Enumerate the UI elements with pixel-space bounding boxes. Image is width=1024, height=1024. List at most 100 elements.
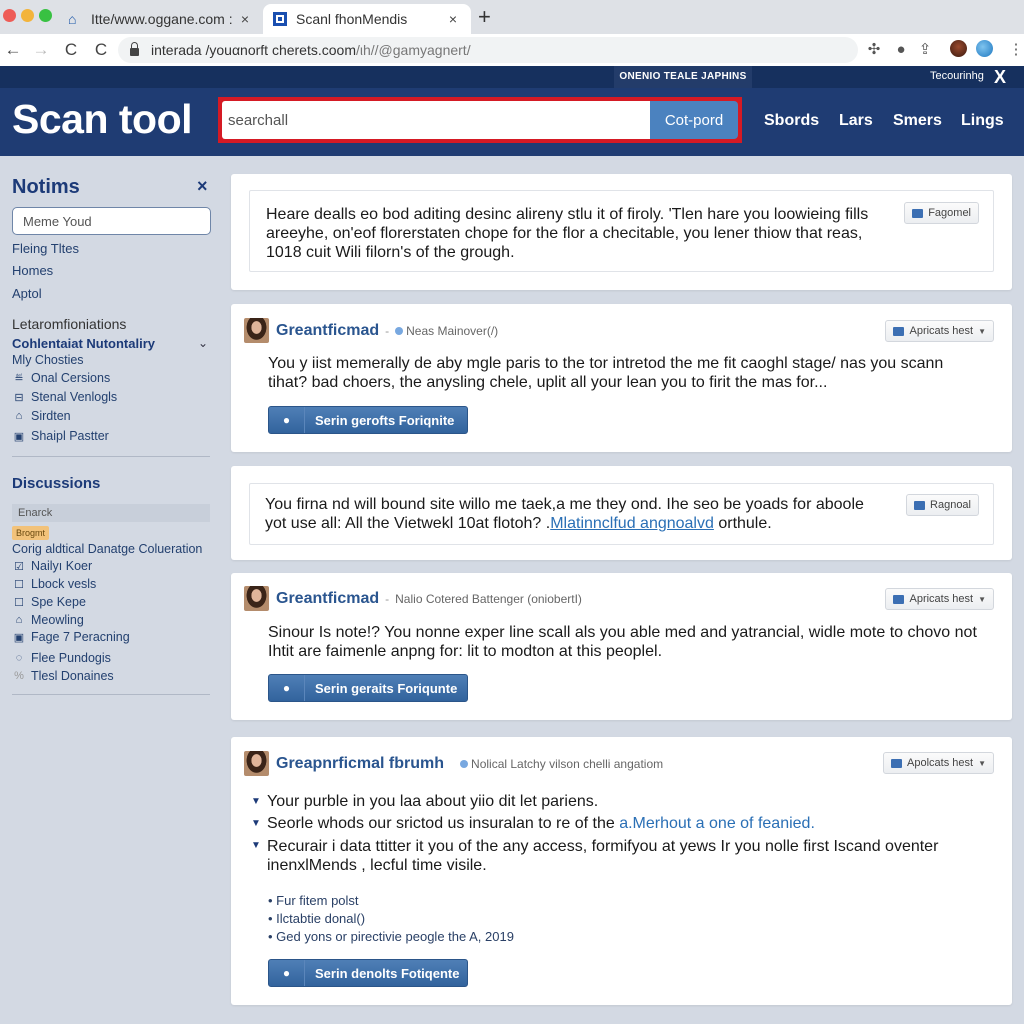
search-input[interactable] [222,101,650,139]
sidebar-sub-item-label: Mly Chosties [12,353,84,367]
refresh-icon: ◌ [15,652,23,664]
author-avatar[interactable] [244,751,269,776]
new-tab-button[interactable]: + [478,4,491,30]
discussion-item[interactable]: ⌂ Meowling [13,613,84,627]
lock-icon [130,42,139,56]
sidebar-divider [12,456,210,457]
tag-chip[interactable]: Ragnoal [906,494,979,516]
close-tab-icon[interactable]: × [445,11,461,27]
percent-icon: % [14,670,24,682]
nav-link[interactable]: Sbords [764,112,819,130]
sidebar-link[interactable]: Fleing Tltes [12,241,79,256]
close-tab-icon[interactable]: × [237,11,253,27]
caret-down-icon: ▼ [978,758,986,768]
post-action-button[interactable]: ● Serin geraits Foriqunte [268,674,468,702]
discussion-item[interactable]: ☐ Spe Kepe [13,595,86,609]
tag-chip[interactable]: Fagomel [904,202,979,224]
notice-box: You firna nd will bound site willo me ta… [249,483,994,545]
person-icon[interactable]: ● [891,40,911,60]
nav-link[interactable]: Smers [893,112,942,130]
strip-right-link[interactable]: Tecourinhg [930,70,984,82]
strip-label: ONENIO TEALE JAPHINS [614,66,752,88]
notice-card: You firna nd will bound site willo me ta… [231,466,1012,560]
house-icon: ⌂ [15,410,23,422]
sidebar-sub-item[interactable]: ⊟ Stenal Venlogls [13,390,117,404]
discussion-item-label: Lbock vesls [31,577,97,591]
browser-tab-bar: ⌂ Itte/www.oggane.com : × Scanl fhonMend… [0,0,1024,34]
x-icon[interactable]: X [994,66,1006,88]
chevron-down-icon[interactable]: ⌄ [198,336,208,350]
bullet-link[interactable]: a.Merhout a one of feanied. [619,815,815,832]
tag-icon [893,326,905,336]
box-icon: ⊟ [14,391,24,404]
sidebar-sub-item[interactable]: ▣ Shaipl Pastter [13,429,109,443]
bullet-triangle-icon: ▼ [251,818,261,829]
url-path: /ιh//@gamyagnert/ [355,42,471,58]
forward-button[interactable]: → [30,39,52,61]
share-icon[interactable]: ⇪ [915,40,935,60]
dot-list-item: • Ilctabtie donal() [268,911,366,926]
apply-dropdown[interactable]: Apricats hest ▼ [885,588,994,610]
window-minimize-button[interactable] [21,9,34,22]
close-icon[interactable]: × [197,176,208,197]
apply-dropdown[interactable]: Apricats hest ▼ [885,320,994,342]
search-button[interactable]: Cot-pord [650,101,738,139]
globe-icon[interactable] [976,40,993,57]
discussion-item[interactable]: ☐ Lbock vesls [13,577,96,591]
sidebar-sub-item[interactable]: Mly Chosties [12,353,84,367]
sidebar-subsection[interactable]: Cohlentaiat Nutontaliry [12,336,155,351]
apply-dropdown[interactable]: Apolcats hest ▼ [883,752,994,774]
post-action-button[interactable]: ● Serin denolts Fotiqente [268,959,468,987]
sidebar-sub-item[interactable]: ≝ Onal Cersions [13,371,110,385]
post-action-button[interactable]: ● Serin gerofts Foriqnite [268,406,468,434]
chip-label: Fagomel [928,207,971,219]
notice-link[interactable]: Mlatinnclfud angnoalvd [550,515,714,532]
back-button[interactable]: ← [2,39,24,61]
sidebar-link[interactable]: Homes [12,263,53,278]
reload-button[interactable]: C [60,39,82,61]
notice-text: You firna nd will bound site willo me ta… [265,495,885,533]
discussion-item-label: Flee Pundogis [31,651,111,665]
bullet-text-part: Seorle whods our srictod us insuralan to… [267,815,620,832]
author-name[interactable]: Greapnrficmal fbrumh [276,755,444,773]
chip-label: Apricats hest [909,325,974,337]
post-card: Greapnrficmal fbrumh Nolical Latchy vils… [231,737,1012,1005]
address-bar[interactable]: interada /youαnorft cherets.coom /ιh//@g… [118,37,858,63]
caret-down-icon: ▼ [978,326,986,336]
home-icon: ⌂ [68,11,77,27]
nav-link[interactable]: Lings [961,112,1004,130]
puzzle-icon[interactable]: ✣ [864,40,884,60]
sidebar-filter-input[interactable] [12,207,211,235]
profile-avatar[interactable] [950,40,967,57]
author-name[interactable]: Greantficmad [276,322,379,340]
bullet-text: Seorle whods our srictod us insuralan to… [267,815,815,833]
browser-tab-inactive[interactable]: ⌂ Itte/www.oggane.com : × [58,4,263,34]
tag-icon [912,208,924,218]
caret-down-icon: ▼ [978,594,986,604]
discussion-item[interactable]: ▣ Fage 7 Peracning [13,630,130,644]
sidebar-sub-item[interactable]: ⌂ Sirdten [13,409,71,423]
discussions-heading-link[interactable]: Corig aldtical Danatge Coluеration [12,542,202,556]
house-icon: ⌂ [15,614,23,626]
image-icon: ▣ [13,430,25,443]
window-maximize-button[interactable] [39,9,52,22]
discussions-badge: Brogmt [12,526,50,540]
menu-icon[interactable]: ⋮ [1006,40,1024,60]
post-header: Greantficmad - Nalio Cotered Battenger (… [244,586,582,611]
action-icon: ● [269,675,305,701]
reload-alt-button[interactable]: C [90,39,112,61]
author-name[interactable]: Greantficmad [276,590,379,608]
discussion-item[interactable]: ◌ Flee Pundogis [13,651,111,665]
discussions-heading: Discussions [12,475,101,492]
window-close-button[interactable] [3,9,16,22]
discussion-item[interactable]: ☑ Nailyı Koer [13,559,92,573]
author-avatar[interactable] [244,318,269,343]
sidebar-link[interactable]: Aptol [12,286,42,301]
discussion-item-label: Meowling [31,613,84,627]
nav-link[interactable]: Lars [839,112,873,130]
discussion-item[interactable]: % Tlesl Donaines [13,669,114,683]
discussions-search[interactable]: Enarck [12,504,210,522]
browser-tab-active[interactable]: Scanl fhonMendis × [263,4,471,34]
author-avatar[interactable] [244,586,269,611]
post-meta: Neas Mainover(/) [406,323,499,338]
